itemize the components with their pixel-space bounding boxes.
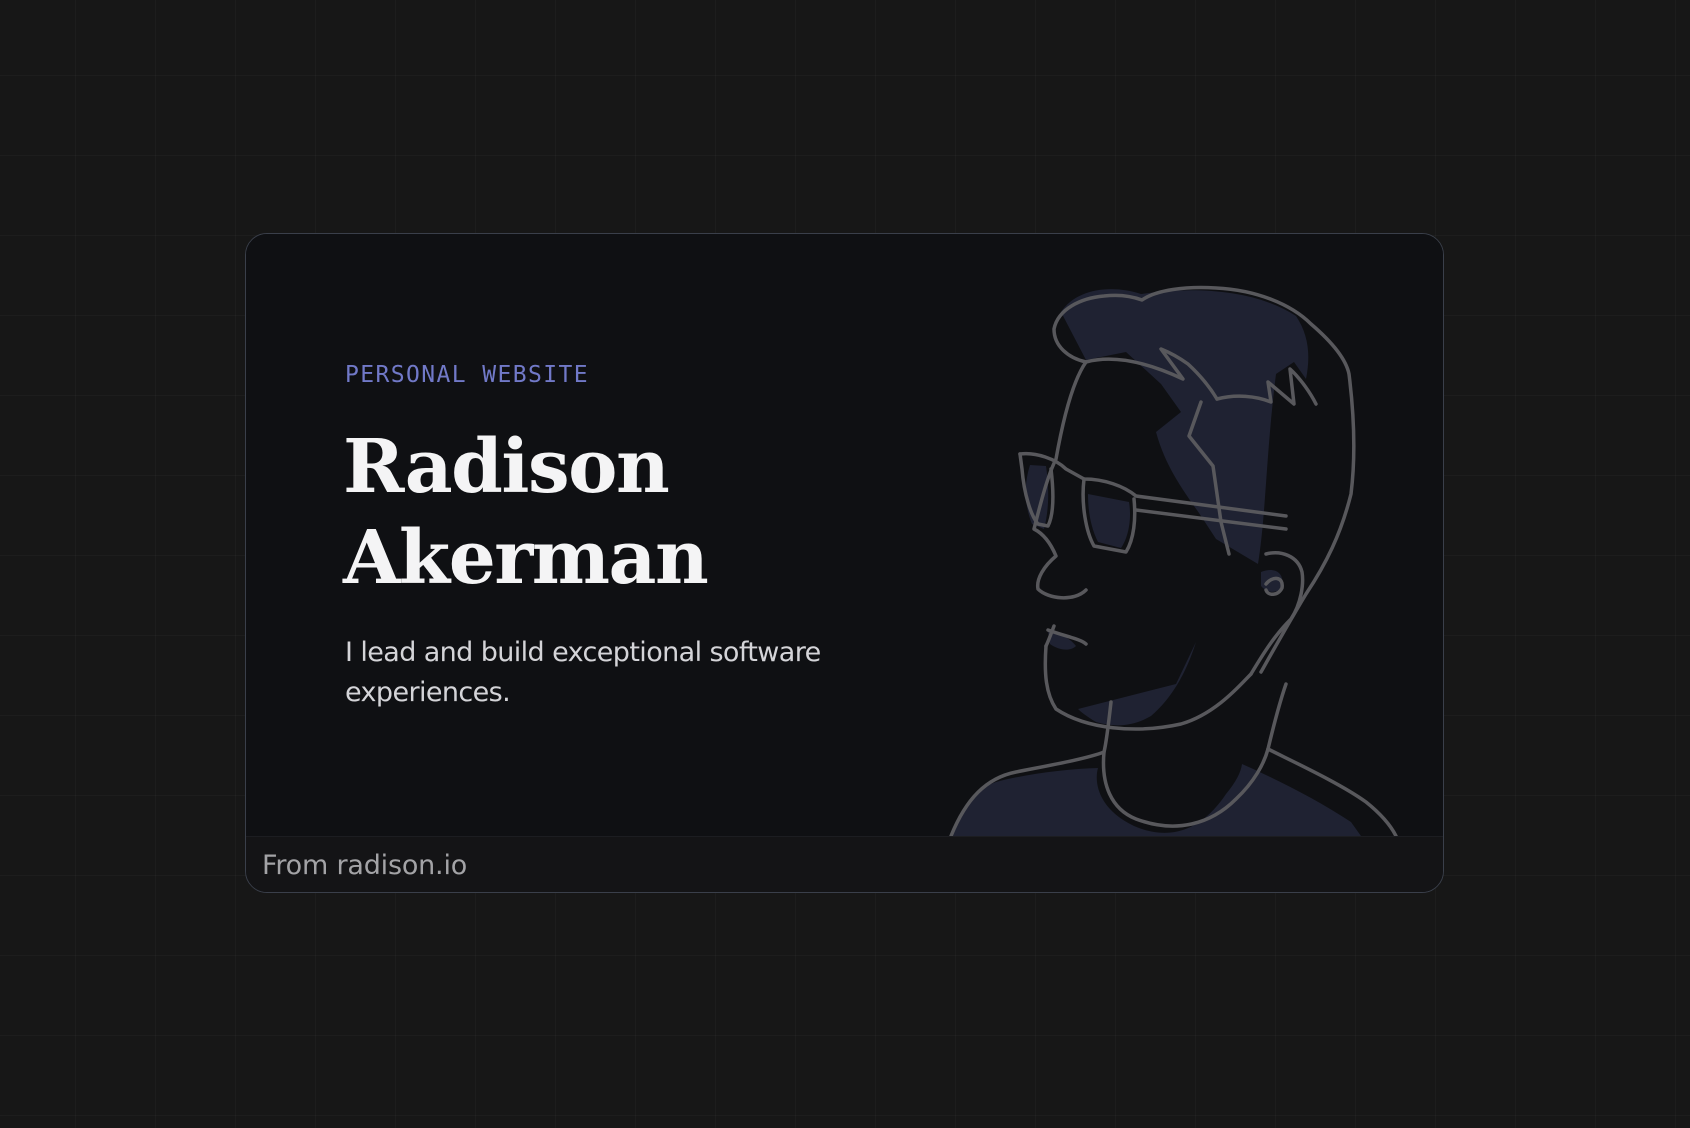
name-last: Akerman <box>343 515 709 601</box>
source-link[interactable]: From radison.io <box>262 850 467 881</box>
page-title: Radison Akerman <box>343 422 709 604</box>
preview-card[interactable]: PERSONAL WEBSITE Radison Akerman I lead … <box>245 233 1444 893</box>
portrait-illustration-icon <box>949 285 1398 836</box>
eyebrow-label: PERSONAL WEBSITE <box>345 362 589 388</box>
tagline: I lead and build exceptional software ex… <box>345 637 821 708</box>
card-footer: From radison.io <box>246 836 1443 892</box>
name-first: Radison <box>343 424 670 510</box>
card-main: PERSONAL WEBSITE Radison Akerman I lead … <box>246 234 1443 836</box>
